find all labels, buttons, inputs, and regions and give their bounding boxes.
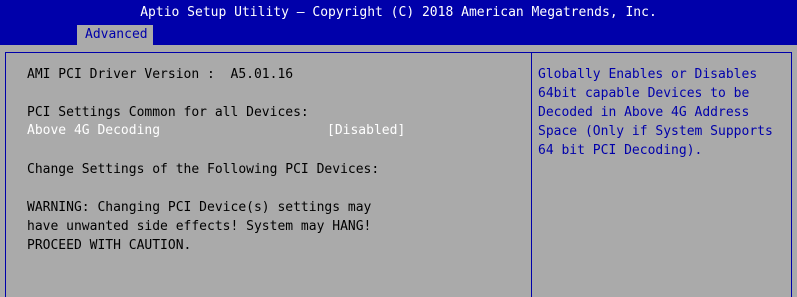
help-line-3: Decoded in Above 4G Address [538, 105, 750, 120]
warning-line-2: have unwanted side effects! System may H… [27, 219, 372, 234]
header-title: Aptio Setup Utility – Copyright (C) 2018… [140, 5, 657, 20]
tab-advanced[interactable]: Advanced [77, 25, 153, 45]
help-line-1: Globally Enables or Disables [538, 67, 758, 82]
driver-version-text: AMI PCI Driver Version : A5.01.16 [27, 67, 294, 82]
option-value[interactable]: [Disabled] [327, 123, 405, 138]
header-bar: Aptio Setup Utility – Copyright (C) 2018… [0, 0, 797, 45]
option-label[interactable]: Above 4G Decoding [27, 123, 160, 138]
settings-heading: PCI Settings Common for all Devices: [27, 105, 309, 120]
help-line-4: Space (Only if System Supports [538, 124, 773, 139]
help-line-2: 64bit capable Devices to be [538, 86, 750, 101]
warning-line-1: WARNING: Changing PCI Device(s) settings… [27, 200, 372, 215]
warning-line-3: PROCEED WITH CAUTION. [27, 238, 192, 253]
panel-divider [531, 52, 532, 297]
help-line-5: 64 bit PCI Decoding). [538, 143, 703, 158]
change-settings-heading: Change Settings of the Following PCI Dev… [27, 162, 380, 177]
